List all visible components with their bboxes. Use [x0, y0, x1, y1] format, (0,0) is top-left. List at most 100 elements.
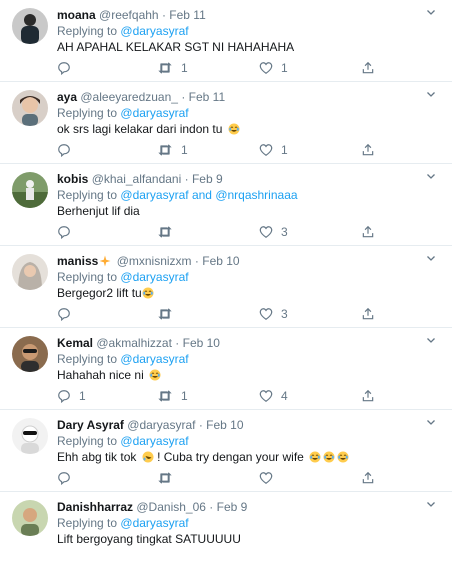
avatar[interactable] — [12, 8, 48, 44]
like-button[interactable]: 1 — [259, 142, 288, 158]
tweet[interactable]: moana @reefqahh · Feb 11 Replying to @da… — [0, 0, 452, 82]
like-button[interactable] — [259, 470, 281, 486]
chevron-down-icon[interactable] — [426, 417, 436, 427]
reply-button[interactable] — [57, 142, 79, 158]
reply-thread: moana @reefqahh · Feb 11 Replying to @da… — [0, 0, 452, 575]
user-handle[interactable]: @khai_alfandani — [92, 172, 182, 186]
chevron-down-icon[interactable] — [426, 499, 436, 509]
tweet-date[interactable]: Feb 10 — [202, 254, 239, 268]
tweet-text-content: Bergegor2 lift tu — [57, 286, 142, 300]
joy-emoji-icon — [149, 369, 161, 381]
display-name[interactable]: Danishharraz — [57, 500, 133, 514]
share-icon — [362, 389, 374, 402]
reply-button[interactable] — [57, 470, 79, 486]
tweet-text-content: Lift bergoyang tingkat SATUUUUU — [57, 532, 241, 546]
tweet[interactable]: Dary Asyraf @daryasyraf · Feb 10 Replyin… — [0, 410, 452, 492]
chevron-down-icon[interactable] — [426, 7, 436, 17]
tweet-date[interactable]: Feb 10 — [183, 336, 220, 350]
joy-emoji-icon — [337, 451, 349, 463]
separator: · — [198, 418, 203, 432]
chevron-down-icon[interactable] — [426, 171, 436, 181]
share-icon — [362, 307, 374, 320]
share-button[interactable] — [361, 224, 375, 240]
chevron-down-icon[interactable] — [426, 89, 436, 99]
reply-button[interactable] — [57, 306, 79, 322]
share-icon — [362, 471, 374, 484]
share-button[interactable] — [361, 142, 375, 158]
retweet-button[interactable]: 1 — [157, 388, 188, 404]
tweet-text-content: Ehh abg tik tok — [57, 450, 137, 464]
tweet[interactable]: aya @aleeyaredzuan_ · Feb 11 Replying to… — [0, 82, 452, 164]
reply-button[interactable] — [57, 60, 79, 76]
share-button[interactable] — [361, 60, 375, 76]
mention-link[interactable]: @daryasyraf — [120, 188, 188, 202]
share-button[interactable] — [361, 470, 375, 486]
mention-link[interactable]: @nrqashrinaaa — [215, 188, 297, 202]
reply-button[interactable] — [57, 224, 79, 240]
retweet-icon — [158, 308, 172, 320]
user-handle[interactable]: @Danish_06 — [136, 500, 206, 514]
avatar[interactable] — [12, 418, 48, 454]
separator: · — [209, 500, 214, 514]
like-button[interactable]: 3 — [259, 306, 288, 322]
replying-to: Replying to @daryasyraf — [57, 269, 189, 285]
replying-to-label: Replying to — [57, 352, 118, 366]
like-button[interactable]: 3 — [259, 224, 288, 240]
display-name[interactable]: aya — [57, 90, 77, 104]
reply-button[interactable]: 1 — [57, 388, 86, 404]
mention-link[interactable]: @daryasyraf — [120, 516, 188, 530]
mention-link[interactable]: @daryasyraf — [120, 270, 188, 284]
avatar[interactable] — [12, 90, 48, 126]
share-icon — [362, 61, 374, 74]
share-button[interactable] — [361, 306, 375, 322]
reply-count: 1 — [79, 389, 86, 403]
tweet-date[interactable]: Feb 10 — [206, 418, 243, 432]
retweet-button[interactable] — [157, 224, 181, 240]
tweet[interactable]: Danishharraz @Danish_06 · Feb 9 Replying… — [0, 492, 452, 575]
tweet-actions: 3 — [57, 306, 387, 322]
tweet[interactable]: kobis @khai_alfandani · Feb 9 Replying t… — [0, 164, 452, 246]
display-name[interactable]: kobis — [57, 172, 88, 186]
mention-link[interactable]: @daryasyraf — [120, 24, 188, 38]
reply-icon — [58, 226, 70, 239]
tweet-text-content: Hahahah nice ni — [57, 368, 144, 382]
tweet-actions — [57, 470, 387, 486]
display-name[interactable]: moana — [57, 8, 96, 22]
like-button[interactable]: 1 — [259, 60, 288, 76]
mention-link[interactable]: @daryasyraf — [120, 106, 188, 120]
tweet[interactable]: Kemal @akmalhizzat · Feb 10 Replying to … — [0, 328, 452, 410]
tweet[interactable]: maniss @mxnisnizxm · Feb 10 Replying to … — [0, 246, 452, 328]
user-handle[interactable]: @reefqahh — [99, 8, 159, 22]
replying-to: Replying to @daryasyraf — [57, 23, 189, 39]
replying-to-label: Replying to — [57, 106, 118, 120]
like-icon — [259, 308, 273, 320]
avatar[interactable] — [12, 336, 48, 372]
display-name[interactable]: Kemal — [57, 336, 93, 350]
avatar[interactable] — [12, 254, 48, 290]
tweet-header: maniss @mxnisnizxm · Feb 10 — [57, 253, 422, 269]
display-name[interactable]: maniss — [57, 254, 98, 268]
share-button[interactable] — [361, 388, 375, 404]
tweet-date[interactable]: Feb 11 — [169, 8, 205, 22]
separator: · — [161, 8, 166, 22]
tweet-date[interactable]: Feb 9 — [192, 172, 223, 186]
user-handle[interactable]: @akmalhizzat — [96, 336, 172, 350]
avatar[interactable] — [12, 500, 48, 536]
mention-link[interactable]: @daryasyraf — [120, 352, 188, 366]
user-handle[interactable]: @aleeyaredzuan_ — [80, 90, 178, 104]
tweet-date[interactable]: Feb 11 — [189, 90, 225, 104]
retweet-button[interactable]: 1 — [157, 60, 188, 76]
chevron-down-icon[interactable] — [426, 253, 436, 263]
like-button[interactable]: 4 — [259, 388, 288, 404]
user-handle[interactable]: @mxnisnizxm — [117, 254, 192, 268]
retweet-button[interactable]: 1 — [157, 142, 188, 158]
retweet-button[interactable] — [157, 470, 181, 486]
display-name[interactable]: Dary Asyraf — [57, 418, 124, 432]
user-handle[interactable]: @daryasyraf — [127, 418, 195, 432]
tweet-date[interactable]: Feb 9 — [217, 500, 248, 514]
chevron-down-icon[interactable] — [426, 335, 436, 345]
tweet-text: Hahahah nice ni — [57, 367, 161, 383]
retweet-button[interactable] — [157, 306, 181, 322]
mention-link[interactable]: @daryasyraf — [120, 434, 188, 448]
avatar[interactable] — [12, 172, 48, 208]
